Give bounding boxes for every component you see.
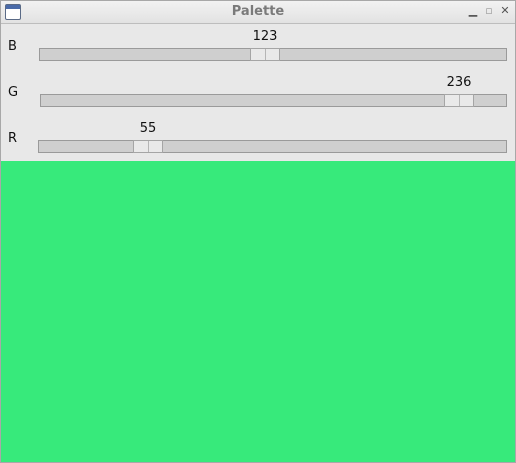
slider-value-b: 123 [252,29,278,44]
title-bar[interactable]: Palette ▁ ▫ ✕ [1,1,515,24]
minimize-icon[interactable]: ▁ [465,3,481,19]
slider-value-g: 236 [446,75,472,90]
slider-label-r: R [8,131,18,146]
slider-track-r[interactable] [38,140,507,153]
slider-handle-g[interactable] [444,94,474,107]
maximize-icon[interactable]: ▫ [481,3,497,19]
slider-handle-r[interactable] [133,140,163,153]
slider-track-g[interactable] [40,94,507,107]
slider-label-b: B [8,39,17,54]
slider-track-b[interactable] [39,48,507,61]
color-preview [1,161,515,462]
slider-value-r: 55 [139,121,157,136]
slider-handle-b[interactable] [250,48,280,61]
slider-label-g: G [8,85,19,100]
palette-window: Palette ▁ ▫ ✕ B 123 G 236 R 55 [0,0,516,463]
close-icon[interactable]: ✕ [497,3,513,19]
window-title: Palette [231,4,285,19]
